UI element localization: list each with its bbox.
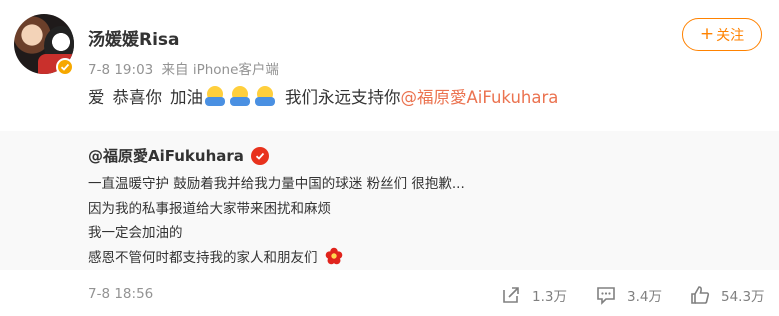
post-meta: 7-8 19:03 来自 iPhone客户端 <box>88 58 283 78</box>
like-icon <box>691 286 710 304</box>
post-time[interactable]: 7-8 19:03 <box>88 62 153 78</box>
repost-line: 感恩不管何时都支持我的家人和朋友们 <box>88 249 318 266</box>
hug-emoji-icon <box>255 86 275 106</box>
repost-line-wrap: 感恩不管何时都支持我的家人和朋友们 <box>88 246 465 271</box>
repost-line: 因为我的私事报道给大家带来困扰和麻烦 <box>88 200 331 217</box>
mention-link[interactable]: @福原愛AiFukuhara <box>401 84 559 108</box>
post-text-segment: 加油 <box>170 88 203 107</box>
repost-count: 1.3万 <box>532 289 567 305</box>
repost-icon <box>503 287 519 303</box>
comment-icon <box>597 287 615 305</box>
like-button[interactable]: 54.3万 <box>689 284 765 306</box>
repost-text: 一直温暖守护 鼓励着我并给我力量中国的球迷 粉丝们 很抱歉... 因为我的私事报… <box>88 172 465 270</box>
username[interactable]: 汤媛媛Risa <box>88 25 180 50</box>
repost-time[interactable]: 7-8 18:56 <box>88 286 153 302</box>
verified-badge-icon <box>250 146 269 165</box>
repost-button[interactable]: 1.3万 <box>500 284 567 306</box>
repost-author[interactable]: @福原愛AiFukuhara <box>88 145 269 166</box>
comment-count: 3.4万 <box>627 289 662 305</box>
hug-emoji-icon <box>230 86 250 106</box>
post-text-segment: 爱 <box>88 88 105 107</box>
flower-emoji-icon <box>325 247 343 264</box>
repost-author-name[interactable]: @福原愛AiFukuhara <box>88 145 244 166</box>
follow-label: 关注 <box>716 27 745 44</box>
post-text-tail: 我们永远支持你 <box>285 88 401 107</box>
hug-emoji-icon <box>205 86 225 106</box>
verified-badge-icon <box>56 58 74 76</box>
post-source: 来自 iPhone客户端 <box>161 62 279 78</box>
comment-button[interactable]: 3.4万 <box>595 284 662 306</box>
like-count: 54.3万 <box>721 289 765 305</box>
follow-button[interactable]: + 关注 <box>682 18 762 51</box>
post-text-segment: 恭喜你 <box>112 88 163 107</box>
post-text: 爱 恭喜你 加油 我们永远支持你 @福原愛AiFukuhara <box>88 84 558 108</box>
weibo-post-card: 汤媛媛Risa 7-8 19:03 来自 iPhone客户端 + 关注 爱 恭喜… <box>0 0 779 316</box>
plus-icon: + <box>699 24 715 44</box>
repost-line: 我一定会加油的 <box>88 225 183 241</box>
repost-line: 一直温暖守护 鼓励着我并给我力量中国的球迷 粉丝们 很抱歉... <box>88 176 465 192</box>
